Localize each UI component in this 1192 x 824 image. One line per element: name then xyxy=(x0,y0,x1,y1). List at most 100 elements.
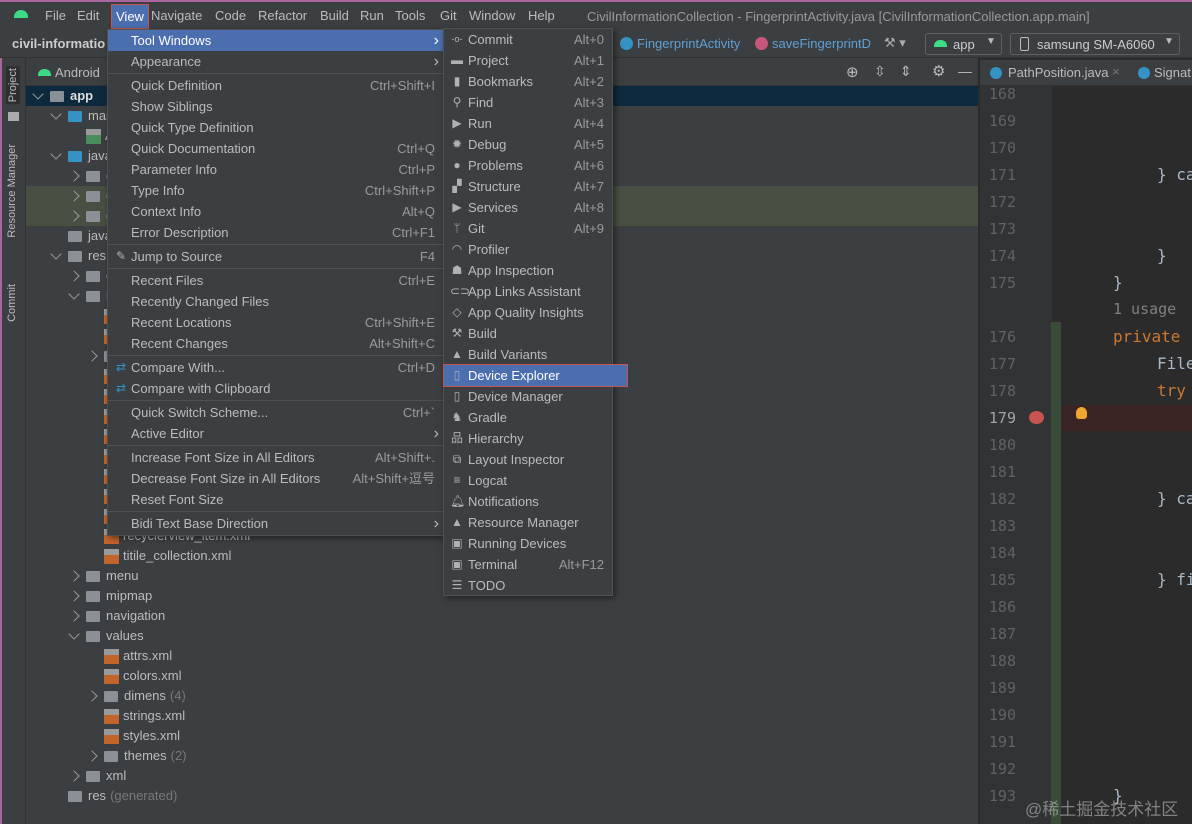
tree-item[interactable]: strings.xml xyxy=(104,706,185,726)
menu-item-type-info[interactable]: Type Info Ctrl+Shift+P xyxy=(108,180,443,201)
menu-item-recent-changes[interactable]: Recent Changes Alt+Shift+C xyxy=(108,333,443,354)
tree-item[interactable]: xml xyxy=(86,766,126,786)
menu-item-app-inspection[interactable]: ☗ App Inspection xyxy=(444,260,612,281)
tab-signature[interactable]: Signat xyxy=(1154,65,1191,80)
hammer-icon[interactable]: ⚒ ▾ xyxy=(884,35,906,51)
menu-item-appearance[interactable]: Appearance › xyxy=(108,51,443,72)
locate-icon[interactable]: ⊕ xyxy=(846,63,859,81)
menu-item-app-quality-insights[interactable]: ◇ App Quality Insights xyxy=(444,302,612,323)
menu-item-logcat[interactable]: ≡ Logcat xyxy=(444,470,612,491)
menu-item-tool-windows[interactable]: Tool Windows › xyxy=(108,30,443,51)
menu-run[interactable]: Run xyxy=(360,8,384,23)
menu-item-run[interactable]: ▶ Run Alt+4 xyxy=(444,113,612,134)
menu-item-layout-inspector[interactable]: ⧉ Layout Inspector xyxy=(444,449,612,470)
menu-item-bidi-text-base-direction[interactable]: Bidi Text Base Direction › xyxy=(108,513,443,534)
menu-item-context-info[interactable]: Context Info Alt+Q xyxy=(108,201,443,222)
menu-item-commit[interactable]: -o- Commit Alt+0 xyxy=(444,29,612,50)
lightbulb-icon[interactable] xyxy=(1076,407,1087,419)
menu-item-find[interactable]: ⚲ Find Alt+3 xyxy=(444,92,612,113)
menu-item-debug[interactable]: ✹ Debug Alt+5 xyxy=(444,134,612,155)
menu-item-jump-to-source[interactable]: ✎ Jump to Source F4 xyxy=(108,246,443,267)
breakpoint-icon[interactable] xyxy=(1029,411,1044,424)
menu-item-services[interactable]: ▶ Services Alt+8 xyxy=(444,197,612,218)
menu-item-app-links-assistant[interactable]: ⊂⊃ App Links Assistant xyxy=(444,281,612,302)
menu-item-quick-switch-scheme[interactable]: Quick Switch Scheme... Ctrl+` xyxy=(108,402,443,423)
device-select[interactable]: samsung SM-A6060 ▼ xyxy=(1010,33,1180,55)
tree-item[interactable]: app xyxy=(50,86,93,106)
menu-item-quick-definition[interactable]: Quick Definition Ctrl+Shift+I xyxy=(108,75,443,96)
menu-item-show-siblings[interactable]: Show Siblings xyxy=(108,96,443,117)
menu-git[interactable]: Git xyxy=(440,8,457,23)
tree-item[interactable]: res (generated) xyxy=(68,786,177,806)
tree-item[interactable]: styles.xml xyxy=(104,726,180,746)
menu-tools[interactable]: Tools xyxy=(395,8,425,23)
menu-file[interactable]: File xyxy=(45,8,66,23)
expand-all-icon[interactable]: ⇳ xyxy=(874,63,886,80)
tree-item[interactable]: values xyxy=(86,626,144,646)
menu-item-git[interactable]: ᛘ Git Alt+9 xyxy=(444,218,612,239)
menu-item-compare-with[interactable]: ⇄ Compare With... Ctrl+D xyxy=(108,357,443,378)
menu-item-quick-documentation[interactable]: Quick Documentation Ctrl+Q xyxy=(108,138,443,159)
menu-item-recent-files[interactable]: Recent Files Ctrl+E xyxy=(108,270,443,291)
minimize-icon[interactable]: — xyxy=(958,63,972,79)
menu-item-build-variants[interactable]: ▲ Build Variants xyxy=(444,344,612,365)
menu-item-active-editor[interactable]: Active Editor › xyxy=(108,423,443,444)
menu-refactor[interactable]: Refactor xyxy=(258,8,307,23)
menu-item-project[interactable]: ▬ Project Alt+1 xyxy=(444,50,612,71)
menu-item-error-description[interactable]: Error Description Ctrl+F1 xyxy=(108,222,443,243)
project-name[interactable]: civil-informatio xyxy=(12,36,105,51)
menu-item-decrease-font-size-in-all-editors[interactable]: Decrease Font Size in All Editors Alt+Shi… xyxy=(108,468,443,489)
menu-item-parameter-info[interactable]: Parameter Info Ctrl+P xyxy=(108,159,443,180)
tree-item[interactable]: themes (2) xyxy=(104,746,187,766)
menu-item-recently-changed-files[interactable]: Recently Changed Files xyxy=(108,291,443,312)
run-config-select[interactable]: app ▼ xyxy=(925,33,1002,55)
menu-item-compare-with-clipboard[interactable]: ⇄ Compare with Clipboard xyxy=(108,378,443,399)
menu-build[interactable]: Build xyxy=(320,8,349,23)
menu-item-hierarchy[interactable]: 品 Hierarchy xyxy=(444,428,612,449)
menu-view[interactable]: View xyxy=(111,4,149,29)
breadcrumb-class[interactable]: FingerprintActivity xyxy=(637,36,740,51)
menu-item-gradle[interactable]: ♞ Gradle xyxy=(444,407,612,428)
menu-item-resource-manager[interactable]: ▲ Resource Manager xyxy=(444,512,612,533)
menu-help[interactable]: Help xyxy=(528,8,555,23)
menu-item-running-devices[interactable]: ▣ Running Devices xyxy=(444,533,612,554)
collapse-all-icon[interactable]: ⇕ xyxy=(900,63,912,80)
menu-window[interactable]: Window xyxy=(469,8,515,23)
project-view-select[interactable]: Android xyxy=(55,65,100,80)
menu-item-reset-font-size[interactable]: Reset Font Size xyxy=(108,489,443,510)
menu-navigate[interactable]: Navigate xyxy=(151,8,202,23)
tree-item[interactable]: res xyxy=(68,246,106,266)
gear-icon[interactable]: ⚙ xyxy=(932,62,945,80)
usage-hint[interactable]: 1 usage xyxy=(1113,300,1176,318)
tree-item[interactable]: dimens (4) xyxy=(104,686,186,706)
menu-item-build[interactable]: ⚒ Build xyxy=(444,323,612,344)
menu-item-structure[interactable]: ▞ Structure Alt+7 xyxy=(444,176,612,197)
menu-item-todo[interactable]: ☰ TODO xyxy=(444,575,612,596)
breadcrumb-method[interactable]: saveFingerprintD xyxy=(772,36,871,51)
tab-project[interactable]: Project xyxy=(6,66,20,105)
menu-edit[interactable]: Edit xyxy=(77,8,99,23)
tree-item[interactable]: attrs.xml xyxy=(104,646,172,666)
tree-item[interactable]: l xyxy=(86,286,109,306)
menu-item-terminal[interactable]: ▣ Terminal Alt+F12 xyxy=(444,554,612,575)
tab-path-position[interactable]: PathPosition.java xyxy=(1008,65,1108,80)
menu-item-profiler[interactable]: ◠ Profiler xyxy=(444,239,612,260)
tab-commit[interactable]: Commit xyxy=(6,284,18,322)
close-icon[interactable]: × xyxy=(1112,64,1120,79)
tree-item[interactable]: mipmap xyxy=(86,586,152,606)
menu-item-bookmarks[interactable]: ▮ Bookmarks Alt+2 xyxy=(444,71,612,92)
tree-item[interactable]: java xyxy=(68,146,112,166)
tree-item[interactable]: navigation xyxy=(86,606,165,626)
menu-item-increase-font-size-in-all-editors[interactable]: Increase Font Size in All Editors Alt+Shi… xyxy=(108,447,443,468)
menu-item-device-explorer[interactable]: ▯ Device Explorer xyxy=(443,364,628,387)
tree-item[interactable]: java xyxy=(68,226,112,246)
menu-code[interactable]: Code xyxy=(215,8,246,23)
menu-item-recent-locations[interactable]: Recent Locations Ctrl+Shift+E xyxy=(108,312,443,333)
tree-item[interactable]: menu xyxy=(86,566,139,586)
menu-item-notifications[interactable]: 🔔︎ Notifications xyxy=(444,491,612,512)
tab-resource-manager[interactable]: Resource Manager xyxy=(6,144,18,238)
menu-item-problems[interactable]: ● Problems Alt+6 xyxy=(444,155,612,176)
menu-item-quick-type-definition[interactable]: Quick Type Definition xyxy=(108,117,443,138)
tree-item[interactable]: colors.xml xyxy=(104,666,182,686)
menu-item-device-manager[interactable]: ▯ Device Manager xyxy=(444,386,612,407)
